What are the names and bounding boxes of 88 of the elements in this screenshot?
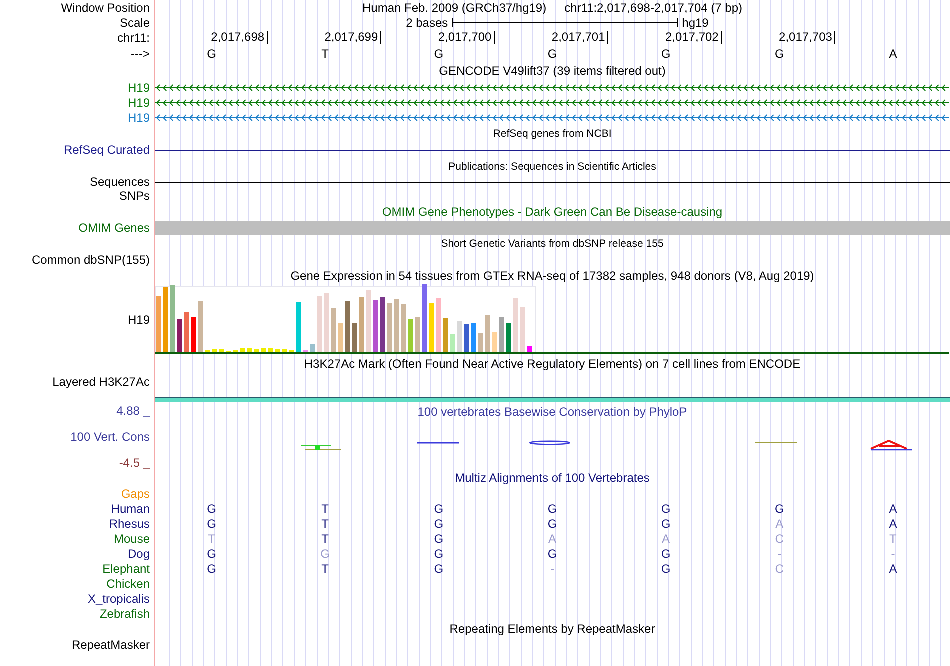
track-title: H3K27Ac Mark (Often Found Near Active Regulatory Elements) on 7 cell lines from ENCODE bbox=[304, 356, 801, 370]
aligned-base: G bbox=[548, 516, 558, 530]
row-label: Scale bbox=[120, 16, 150, 30]
track-label[interactable]: Zebrafish bbox=[100, 606, 150, 620]
reference-base: T bbox=[322, 46, 330, 60]
track-title: Gene Expression in 54 tissues from GTEx RNA-seq of 17382 samples, 948 donors (V8, Aug 2019) bbox=[290, 269, 814, 283]
position-tick: 2,017,701 bbox=[552, 31, 608, 44]
track-label[interactable]: RefSeq Curated bbox=[64, 143, 150, 157]
aligned-base: T bbox=[322, 562, 330, 576]
track-label[interactable]: Sequences bbox=[90, 175, 150, 189]
aligned-base: G bbox=[434, 516, 444, 530]
aligned-base: T bbox=[208, 532, 216, 546]
reference-base: G bbox=[548, 46, 558, 60]
aligned-base: G bbox=[320, 546, 330, 560]
aligned-base: G bbox=[661, 562, 671, 576]
aligned-base: - bbox=[550, 562, 554, 576]
track-title: Multiz Alignments of 100 Vertebrates bbox=[455, 471, 650, 485]
position-tick: 2,017,699 bbox=[324, 31, 382, 44]
position-tick: 2,017,698 bbox=[211, 31, 268, 44]
aligned-base: C bbox=[775, 562, 784, 576]
track-label[interactable]: H19 bbox=[128, 111, 150, 125]
track-label[interactable]: Layered H3K27Ac bbox=[52, 375, 150, 389]
track-title: 100 vertebrates Basewise Conservation by PhyloP bbox=[418, 405, 688, 419]
track-title: RefSeq genes from NCBI bbox=[493, 127, 612, 141]
position-tick: 2,017,702 bbox=[665, 31, 722, 44]
aligned-base: G bbox=[207, 562, 216, 576]
aligned-base: A bbox=[889, 562, 898, 576]
row-label: Window Position bbox=[61, 0, 150, 14]
track-label[interactable]: Elephant bbox=[102, 562, 150, 576]
track-title: Repeating Elements by RepeatMasker bbox=[450, 622, 656, 636]
aligned-base: G bbox=[434, 502, 444, 516]
track-label[interactable]: SNPs bbox=[119, 189, 150, 203]
axis-max-label: 4.88 _ bbox=[116, 404, 150, 418]
aligned-base: G bbox=[774, 502, 784, 516]
track-label[interactable]: RepeatMasker bbox=[72, 638, 150, 652]
aligned-base: G bbox=[548, 546, 558, 560]
aligned-base: A bbox=[889, 516, 898, 530]
aligned-base: A bbox=[662, 532, 670, 546]
aligned-base: - bbox=[778, 546, 782, 560]
track-title: OMIM Gene Phenotypes - Dark Green Can Be Disease-causing bbox=[382, 205, 723, 219]
aligned-base: G bbox=[661, 546, 671, 560]
track-label[interactable]: H19 bbox=[128, 312, 150, 326]
position-tick: 2,017,703 bbox=[779, 31, 836, 44]
aligned-base: G bbox=[661, 516, 671, 530]
aligned-base: T bbox=[890, 532, 897, 546]
track-label[interactable]: OMIM Genes bbox=[78, 221, 150, 235]
aligned-base: G bbox=[661, 502, 671, 516]
aligned-base: G bbox=[434, 546, 444, 560]
aligned-base: G bbox=[207, 502, 216, 516]
aligned-base: A bbox=[548, 532, 556, 546]
reference-base: G bbox=[434, 46, 444, 60]
aligned-base: T bbox=[322, 516, 330, 530]
reference-base: G bbox=[774, 46, 784, 60]
aligned-base: T bbox=[322, 502, 330, 516]
aligned-base: A bbox=[776, 516, 784, 530]
track-label[interactable]: 100 Vert. Cons bbox=[70, 430, 150, 444]
aligned-base: G bbox=[548, 502, 558, 516]
track-label[interactable]: Chicken bbox=[106, 576, 150, 590]
track-label[interactable]: Human bbox=[111, 502, 150, 516]
scale-text: 2 bases bbox=[406, 16, 448, 30]
reference-base: G bbox=[207, 46, 216, 60]
assembly-title: Human Feb. 2009 (GRCh37/hg19) bbox=[362, 0, 547, 14]
aligned-base: C bbox=[775, 532, 784, 546]
track-label[interactable]: H19 bbox=[128, 96, 150, 110]
aligned-base: - bbox=[891, 546, 896, 560]
track-label[interactable]: Common dbSNP(155) bbox=[32, 253, 150, 267]
position-tick: 2,017,700 bbox=[438, 31, 495, 44]
region-text: chr11:2,017,698-2,017,704 (7 bp) bbox=[564, 0, 743, 14]
reference-base: G bbox=[661, 46, 671, 60]
aligned-base: G bbox=[207, 516, 216, 530]
axis-min-label: -4.5 _ bbox=[119, 456, 150, 470]
track-label[interactable]: Mouse bbox=[114, 532, 150, 546]
track-label[interactable]: Rhesus bbox=[109, 516, 150, 530]
assembly-name: hg19 bbox=[682, 16, 709, 30]
aligned-base: G bbox=[434, 562, 444, 576]
aligned-base: G bbox=[207, 546, 216, 560]
track-label[interactable]: Dog bbox=[128, 546, 150, 560]
track-title: Publications: Sequences in Scientific Articles bbox=[448, 160, 656, 174]
track-label[interactable]: H19 bbox=[128, 80, 150, 94]
row-label: chr11: bbox=[118, 30, 150, 44]
track-label[interactable]: X_tropicalis bbox=[88, 592, 150, 606]
track-title: Short Genetic Variants from dbSNP release 155 bbox=[441, 237, 664, 251]
track-title: GENCODE V49lift37 (39 items filtered out) bbox=[439, 64, 666, 78]
aligned-base: A bbox=[889, 502, 898, 516]
aligned-base: G bbox=[434, 532, 444, 546]
aligned-base: T bbox=[322, 532, 330, 546]
row-label: ---> bbox=[131, 46, 150, 60]
reference-base: A bbox=[889, 46, 898, 60]
